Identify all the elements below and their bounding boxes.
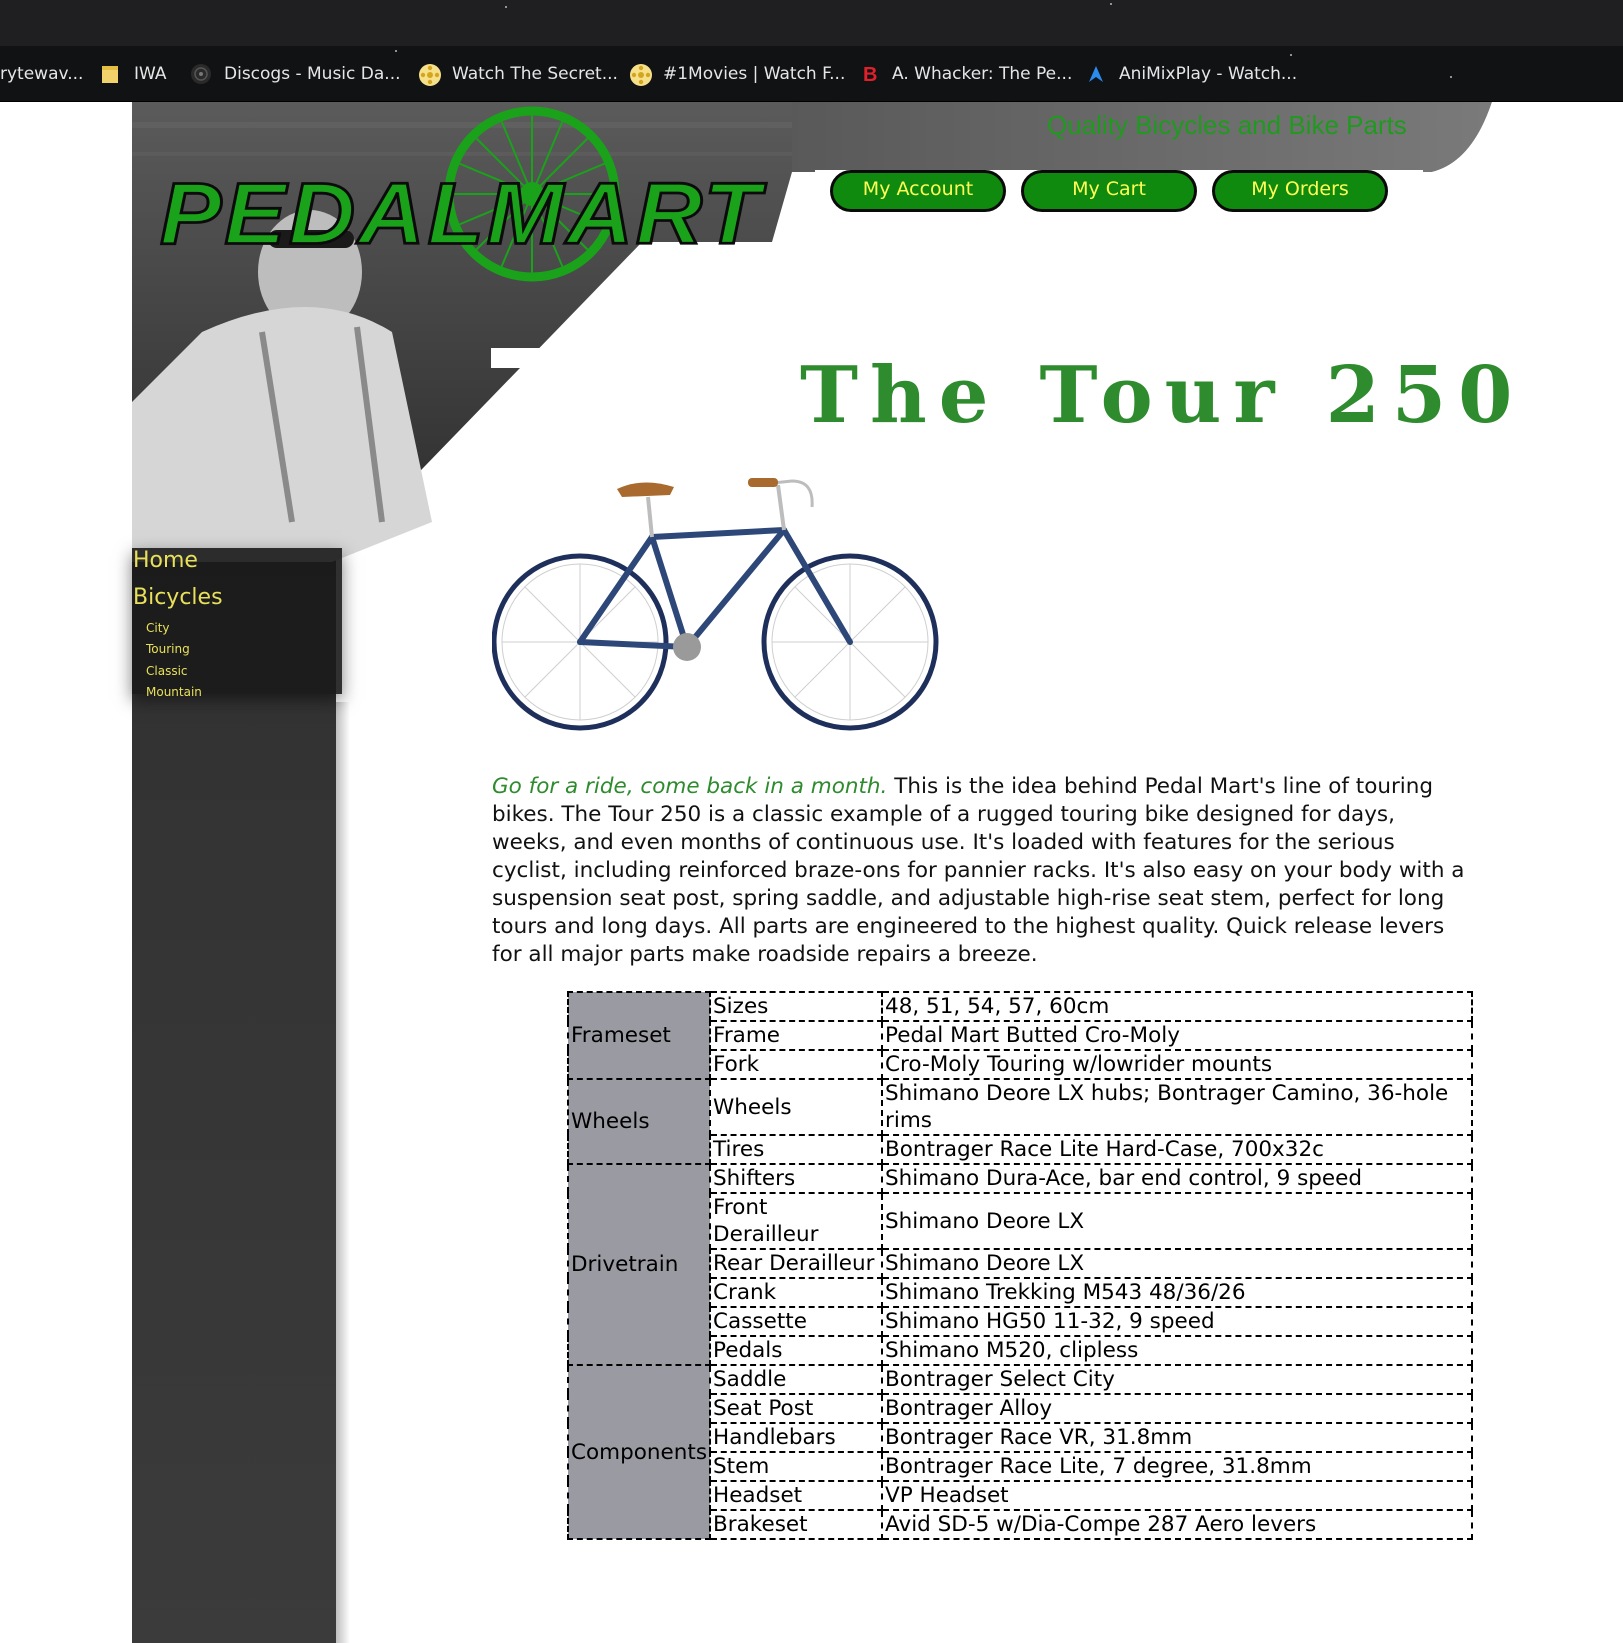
spec-group: Components bbox=[566, 1364, 712, 1540]
spec-name: Shifters bbox=[709, 1163, 884, 1194]
spec-group: Frameset bbox=[566, 991, 712, 1080]
table-row: Drivetrain Shifters Shimano Dura-Ace, ba… bbox=[566, 1163, 1474, 1366]
sidebar-shadow bbox=[336, 702, 350, 1643]
spec-value: 48, 51, 54, 57, 60cm bbox=[881, 991, 1474, 1022]
film-reel-icon bbox=[629, 63, 652, 86]
spec-value: Shimano Deore LX bbox=[881, 1192, 1474, 1250]
spec-value: Shimano Dura-Ace, bar end control, 9 spe… bbox=[881, 1163, 1474, 1194]
spec-name: Cassette bbox=[709, 1306, 884, 1337]
menu-bicycles[interactable]: Bicycles bbox=[133, 585, 223, 610]
description-lead: Go for a ride, come back in a month. bbox=[492, 774, 888, 799]
spec-value: Pedal Mart Butted Cro-Moly bbox=[881, 1020, 1474, 1051]
spec-name: Headset bbox=[709, 1480, 884, 1511]
bookmark-label: Discogs - Music Da... bbox=[224, 64, 401, 84]
spec-name: Rear Derailleur bbox=[709, 1248, 884, 1279]
menu-city[interactable]: City bbox=[146, 621, 170, 635]
bookmark-a-whacker[interactable]: B A. Whacker: The Pe... bbox=[862, 60, 1072, 88]
svg-text:B: B bbox=[863, 64, 877, 85]
spec-name: Saddle bbox=[709, 1364, 884, 1395]
bookmark-1movies[interactable]: #1Movies | Watch F... bbox=[629, 60, 845, 88]
bookmark-label: A. Whacker: The Pe... bbox=[892, 64, 1073, 84]
spec-value: Shimano M520, clipless bbox=[881, 1335, 1474, 1366]
bookmark-label: AniMixPlay - Watch... bbox=[1119, 64, 1298, 84]
starfield-dot bbox=[395, 50, 397, 52]
discogs-icon bbox=[190, 63, 212, 85]
film-reel-icon bbox=[418, 63, 441, 86]
letter-b-icon: B bbox=[862, 63, 880, 86]
bookmark-iwa[interactable]: IWA bbox=[100, 60, 167, 88]
spec-table: Frameset Sizes 48, 51, 54, 57, 60cm Fram… bbox=[566, 991, 1474, 1540]
menu-touring[interactable]: Touring bbox=[146, 642, 190, 656]
spec-name: Tires bbox=[709, 1134, 884, 1165]
spec-value: Bontrager Race VR, 31.8mm bbox=[881, 1422, 1474, 1453]
spec-group: Drivetrain bbox=[566, 1163, 712, 1366]
product-description: Go for a ride, come back in a month. Thi… bbox=[492, 773, 1472, 969]
spec-name: Seat Post bbox=[709, 1393, 884, 1424]
bookmark-label: IWA bbox=[134, 64, 167, 84]
spec-value: Bontrager Select City bbox=[881, 1364, 1474, 1395]
starfield-dot bbox=[1290, 54, 1292, 56]
spec-name: Handlebars bbox=[709, 1422, 884, 1453]
spec-name: Fork bbox=[709, 1049, 884, 1080]
bookmark-watch-the-secret[interactable]: Watch The Secret... bbox=[418, 60, 618, 88]
bookmark-label: #1Movies | Watch F... bbox=[663, 64, 846, 84]
bookmark-label: Watch The Secret... bbox=[452, 64, 618, 84]
spec-name: Frame bbox=[709, 1020, 884, 1051]
folder-icon bbox=[100, 63, 122, 85]
spec-name: Stem bbox=[709, 1451, 884, 1482]
starfield-dot bbox=[1110, 3, 1112, 5]
spec-value: Shimano HG50 11-32, 9 speed bbox=[881, 1306, 1474, 1337]
bookmark-animixplay[interactable]: AniMixPlay - Watch... bbox=[1085, 60, 1297, 88]
spec-name: Brakeset bbox=[709, 1509, 884, 1540]
browser-tab-strip bbox=[0, 0, 1623, 46]
spec-name: Wheels bbox=[709, 1078, 884, 1136]
bookmark-rytewav[interactable]: rytewav... bbox=[0, 60, 83, 88]
product-title: The Tour 250 bbox=[800, 350, 1525, 441]
spec-value: Shimano Trekking M543 48/36/26 bbox=[881, 1277, 1474, 1308]
spec-value: Bontrager Race Lite, 7 degree, 31.8mm bbox=[881, 1451, 1474, 1482]
description-body: This is the idea behind Pedal Mart's lin… bbox=[492, 774, 1465, 967]
my-cart-button[interactable]: My Cart bbox=[1021, 170, 1197, 212]
spec-value: VP Headset bbox=[881, 1480, 1474, 1511]
spec-value: Cro-Moly Touring w/lowrider mounts bbox=[881, 1049, 1474, 1080]
spec-name: Sizes bbox=[709, 991, 884, 1022]
bookmark-discogs[interactable]: Discogs - Music Da... bbox=[190, 60, 401, 88]
my-orders-button[interactable]: My Orders bbox=[1212, 170, 1388, 212]
spec-name: Pedals bbox=[709, 1335, 884, 1366]
table-row: Frameset Sizes 48, 51, 54, 57, 60cm bbox=[566, 991, 1474, 1080]
spec-value: Avid SD-5 w/Dia-Compe 287 Aero levers bbox=[881, 1509, 1474, 1540]
spec-value: Bontrager Alloy bbox=[881, 1393, 1474, 1424]
bookmark-label: rytewav... bbox=[0, 64, 84, 84]
spec-group: Wheels bbox=[566, 1078, 712, 1165]
spec-name: Crank bbox=[709, 1277, 884, 1308]
bicycle-image bbox=[492, 478, 939, 731]
table-row: Components Saddle Bontrager Select City bbox=[566, 1364, 1474, 1540]
table-row: Wheels Wheels Shimano Deore LX hubs; Bon… bbox=[566, 1078, 1474, 1165]
site-logo[interactable]: PEDALMART bbox=[159, 164, 763, 265]
spec-value: Shimano Deore LX hubs; Bontrager Camino,… bbox=[881, 1078, 1474, 1136]
starfield-dot bbox=[505, 6, 507, 8]
menu-classic[interactable]: Classic bbox=[146, 664, 188, 678]
my-account-button[interactable]: My Account bbox=[830, 170, 1006, 212]
menu-home[interactable]: Home bbox=[133, 548, 198, 573]
spec-value: Bontrager Race Lite Hard-Case, 700x32c bbox=[881, 1134, 1474, 1165]
spec-value: Shimano Deore LX bbox=[881, 1248, 1474, 1279]
spec-name: Front Derailleur bbox=[709, 1192, 884, 1250]
starfield-dot bbox=[1450, 76, 1452, 78]
animixplay-icon bbox=[1085, 63, 1107, 85]
menu-mountain[interactable]: Mountain bbox=[146, 685, 202, 699]
site-tagline: Quality Bicycles and Bike Parts bbox=[1047, 110, 1407, 140]
